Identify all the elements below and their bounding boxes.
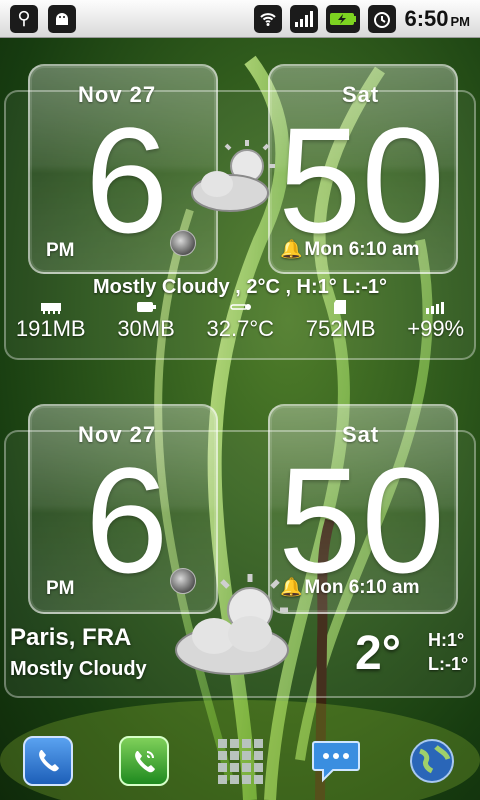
signal-icon bbox=[290, 4, 319, 33]
partly-cloudy-icon bbox=[191, 140, 275, 212]
phone-icon[interactable] bbox=[23, 736, 73, 786]
low-temp: L:-1° bbox=[428, 654, 469, 674]
stat-battery: 30MB bbox=[117, 300, 175, 342]
city-label: Paris, FRA bbox=[10, 624, 132, 651]
next-alarm: 🔔 Mon 6:10 am bbox=[280, 239, 420, 260]
clock-widget[interactable]: Nov 27 Sat 6 50 PM 🔔 Mon 6:10 am Mostly C… bbox=[0, 60, 480, 360]
partly-cloudy-icon bbox=[175, 574, 289, 675]
high-temp: H:1° bbox=[428, 630, 465, 650]
status-time: 6:50 PM bbox=[404, 5, 470, 31]
usb-icon: ⚲ bbox=[10, 4, 38, 33]
weather-clock-widget[interactable]: Nov 27 Sat 6 50 PM 🔔 Mon 6:10 am Paris, F… bbox=[0, 400, 480, 700]
weather-summary: Mostly Cloudy , 2°C , H:1° L:-1° bbox=[92, 276, 387, 298]
browser-globe-icon[interactable] bbox=[407, 736, 457, 786]
temperature-label: 2° bbox=[355, 627, 401, 680]
ram-icon bbox=[40, 303, 61, 314]
stat-temperature: 32.7°C bbox=[207, 300, 274, 342]
alarm-clock-icon bbox=[368, 4, 397, 33]
ampm-label: PM bbox=[46, 578, 75, 599]
messaging-icon[interactable] bbox=[311, 736, 361, 786]
hour-digit: 6 bbox=[85, 96, 169, 264]
hour-digit: 6 bbox=[85, 436, 169, 604]
minute-digit: 50 bbox=[278, 96, 445, 264]
battery-level-icon bbox=[425, 302, 444, 314]
dialer-icon[interactable] bbox=[119, 736, 169, 786]
thermometer-icon bbox=[230, 304, 252, 310]
status-bar: ⚲ 6:50 PM bbox=[0, 0, 480, 38]
system-stats: 191MB 30MB 32.7°C 752MB +99% bbox=[0, 300, 480, 342]
bell-icon: 🔔 bbox=[280, 239, 303, 259]
stat-battery-level: +99% bbox=[407, 300, 464, 342]
ampm-label: PM bbox=[46, 240, 75, 261]
high-low-label: H:1° L:-1° bbox=[428, 628, 468, 676]
stat-ram: 191MB bbox=[16, 300, 86, 342]
moon-phase-icon bbox=[170, 230, 196, 256]
battery-charging-icon bbox=[326, 4, 361, 33]
battery-icon bbox=[137, 302, 157, 312]
launcher-dock bbox=[0, 722, 480, 800]
stat-storage: 752MB bbox=[306, 300, 376, 342]
android-debug-icon bbox=[48, 4, 76, 33]
app-drawer-icon[interactable] bbox=[215, 736, 265, 786]
sd-card-icon bbox=[333, 300, 346, 314]
condition-label: Mostly Cloudy bbox=[10, 658, 147, 680]
wifi-icon bbox=[254, 4, 283, 33]
